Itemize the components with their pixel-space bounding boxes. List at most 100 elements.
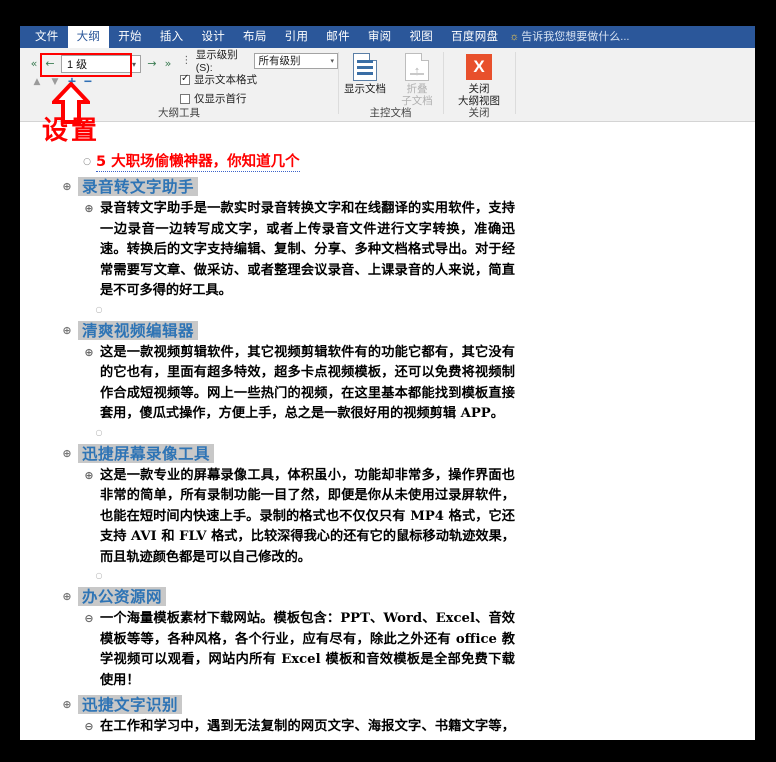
outline-marker-collapse[interactable]: ⊖	[82, 609, 96, 630]
outline-marker-expand[interactable]: ⊕	[60, 585, 74, 609]
outline-heading[interactable]: ⊕ 迅捷文字识别	[20, 693, 755, 717]
word-window: 文件 大纲 开始 插入 设计 布局 引用 邮件 审阅 视图 百度网盘 ☼ 告诉我…	[20, 26, 755, 740]
outline-marker-expand[interactable]: ⊕	[60, 693, 74, 717]
chevron-down-icon[interactable]: ▾	[132, 56, 136, 74]
tab-outline[interactable]: 大纲	[67, 26, 110, 48]
outline-move-row: ▲ ▼ + −	[28, 74, 96, 90]
outline-body[interactable]: ⊖ 在工作和学习中，遇到无法复制的网页文字、海报文字、书籍文字等，用它拍个照片就…	[20, 717, 755, 739]
outline-heading-text: 清爽视频编辑器	[78, 320, 199, 340]
show-document-label: 显示文档	[344, 83, 386, 95]
tell-me-search[interactable]: ☼ 告诉我您想要做什么...	[507, 26, 629, 48]
levels-icon: ⋮	[181, 55, 192, 66]
outline-body[interactable]: ⊕ 这是一款视频剪辑软件，其它视频剪辑软件有的功能它都有，其它没有的它也有，里面…	[20, 343, 755, 425]
outline-body-text: 一个海量模板素材下载网站。模板包含：PPT、Word、Excel、音效模板等等，…	[100, 611, 515, 688]
outline-body[interactable]: ⊕ 录音转文字助手是一款实时录音转换文字和在线翻译的实用软件，支持一边录音一边转…	[20, 199, 755, 302]
outline-body[interactable]: ⊖ 一个海量模板素材下载网站。模板包含：PPT、Word、Excel、音效模板等…	[20, 609, 755, 691]
outline-marker-bullet[interactable]: ○	[92, 425, 106, 440]
collapse-subdocuments-label-1: 折叠	[406, 83, 428, 95]
outline-heading-text: 录音转文字助手	[78, 177, 199, 196]
outline-marker-bullet[interactable]: ○	[92, 568, 106, 583]
outline-document-area[interactable]: ○ 5 大职场偷懒神器，你知道几个 ⊕ 录音转文字助手 ⊕ 录音转文字助手是一款…	[20, 122, 755, 739]
ribbon-group-close: X 关闭 大纲视图 关闭	[443, 48, 515, 121]
show-text-formatting-label: 显示文本格式	[194, 74, 257, 86]
tab-references[interactable]: 引用	[276, 26, 318, 48]
outline-title-text: 5 大职场偷懒神器，你知道几个	[96, 154, 300, 172]
outline-marker-bullet[interactable]: ○	[92, 302, 106, 317]
close-label-1: 关闭	[468, 83, 490, 95]
chevron-down-icon[interactable]: ▾	[331, 54, 335, 70]
screenshot-frame: 文件 大纲 开始 插入 设计 布局 引用 邮件 审阅 视图 百度网盘 ☼ 告诉我…	[0, 0, 776, 762]
outline-marker-bullet[interactable]: ○	[80, 152, 94, 173]
group-separator	[515, 52, 516, 114]
expand-icon[interactable]: +	[64, 74, 80, 90]
ribbon-tab-strip: 文件 大纲 开始 插入 设计 布局 引用 邮件 审阅 视图 百度网盘 ☼ 告诉我…	[20, 26, 755, 48]
promote-icon[interactable]: ←	[42, 55, 58, 73]
show-text-formatting-row[interactable]: 显示文本格式	[180, 71, 338, 88]
outline-body-text: 这是一款视频剪辑软件，其它视频剪辑软件有的功能它都有，其它没有的它也有，里面有超…	[100, 344, 515, 422]
group-label-close: 关闭	[468, 107, 490, 119]
ribbon-group-outline-tools: « ← 1 级 ▾ → » ▲ ▼ + − ⋮ 显示级别(S): 所有级别 ▾ …	[20, 48, 339, 121]
outline-item-title[interactable]: ○ 5 大职场偷懒神器，你知道几个	[20, 152, 755, 173]
ribbon-body: « ← 1 级 ▾ → » ▲ ▼ + − ⋮ 显示级别(S): 所有级别 ▾ …	[20, 48, 755, 122]
outline-heading[interactable]: ⊕ 迅捷屏幕录像工具	[20, 442, 755, 466]
first-line-only-label: 仅显示首行	[194, 93, 247, 105]
first-line-only-checkbox[interactable]	[180, 93, 190, 104]
show-level-combobox[interactable]: 所有级别 ▾	[253, 52, 339, 70]
demote-to-body-icon[interactable]: »	[160, 55, 176, 73]
promote-to-heading1-icon[interactable]: «	[26, 55, 42, 73]
tab-baidu-netdisk[interactable]: 百度网盘	[442, 26, 507, 48]
show-document-icon	[340, 51, 390, 83]
outline-marker-expand[interactable]: ⊕	[82, 466, 96, 487]
group-label-master-document: 主控文档	[369, 107, 412, 119]
show-text-formatting-checkbox[interactable]	[180, 73, 190, 85]
outline-body-text: 录音转文字助手是一款实时录音转换文字和在线翻译的实用软件，支持一边录音一边转写成…	[100, 201, 515, 298]
lightbulb-icon: ☼	[509, 31, 520, 43]
close-x-icon: X	[454, 51, 504, 83]
outline-level-value: 1 级	[67, 59, 88, 71]
tab-layout[interactable]: 布局	[234, 26, 276, 48]
outline-heading-text: 办公资源网	[78, 587, 167, 606]
outline-options: ⋮ 显示级别(S): 所有级别 ▾ 显示文本格式 仅显示首行	[180, 49, 339, 109]
tab-design[interactable]: 设计	[192, 26, 234, 48]
tab-mailings[interactable]: 邮件	[317, 26, 359, 48]
outline-heading[interactable]: ⊕ 录音转文字助手	[20, 175, 755, 199]
outline-marker-collapse[interactable]: ⊖	[82, 717, 96, 738]
group-label-outline-tools: 大纲工具	[158, 107, 200, 119]
collapse-icon[interactable]: −	[80, 74, 96, 90]
outline-empty-item[interactable]: ○	[20, 568, 755, 583]
tab-home[interactable]: 开始	[109, 26, 151, 48]
outline-marker-expand[interactable]: ⊕	[82, 343, 96, 364]
show-document-button[interactable]: 显示文档	[340, 51, 390, 95]
move-up-icon[interactable]: ▲	[28, 74, 46, 90]
outline-heading-text: 迅捷屏幕录像工具	[78, 443, 215, 463]
tab-file[interactable]: 文件	[26, 26, 68, 48]
outline-marker-expand[interactable]: ⊕	[60, 319, 74, 343]
collapse-subdocuments-icon: ↑	[392, 51, 442, 83]
tell-me-placeholder: 告诉我您想要做什么...	[521, 31, 630, 43]
outline-level-combobox[interactable]: 1 级 ▾	[61, 55, 141, 73]
outline-heading[interactable]: ⊕ 清爽视频编辑器	[20, 319, 755, 343]
outline-body-text: 这是一款专业的屏幕录像工具，体积虽小，功能却非常多，操作界面也非常的简单，所有录…	[100, 467, 515, 565]
close-outline-view-button[interactable]: X 关闭 大纲视图	[454, 51, 504, 107]
outline-heading-text: 迅捷文字识别	[78, 695, 183, 714]
collapse-subdocuments-button[interactable]: ↑ 折叠 子文档	[392, 51, 442, 107]
outline-body[interactable]: ⊕ 这是一款专业的屏幕录像工具，体积虽小，功能却非常多，操作界面也非常的简单，所…	[20, 466, 755, 569]
tab-insert[interactable]: 插入	[151, 26, 193, 48]
outline-empty-item[interactable]: ○	[20, 425, 755, 440]
outline-marker-expand[interactable]: ⊕	[60, 442, 74, 466]
demote-icon[interactable]: →	[144, 55, 160, 73]
outline-empty-item[interactable]: ○	[20, 302, 755, 317]
move-down-icon[interactable]: ▼	[46, 74, 64, 90]
tab-review[interactable]: 审阅	[359, 26, 401, 48]
outline-marker-expand[interactable]: ⊕	[82, 199, 96, 220]
show-level-row: ⋮ 显示级别(S): 所有级别 ▾	[180, 49, 339, 74]
annotation-gap	[20, 122, 755, 152]
outline-marker-expand[interactable]: ⊕	[60, 175, 74, 199]
show-level-label: 显示级别(S):	[195, 49, 238, 74]
outline-heading[interactable]: ⊕ 办公资源网	[20, 585, 755, 609]
tab-view[interactable]: 视图	[400, 26, 442, 48]
outline-level-row: « ← 1 级 ▾ → »	[26, 54, 176, 74]
outline-body-text: 在工作和学习中，遇到无法复制的网页文字、海报文字、书籍文字等，用它拍个照片就能精…	[100, 719, 515, 734]
show-level-value: 所有级别	[258, 54, 301, 67]
ribbon-group-master-document: 显示文档 ↑ 折叠 子文档 主控文档	[338, 48, 443, 121]
